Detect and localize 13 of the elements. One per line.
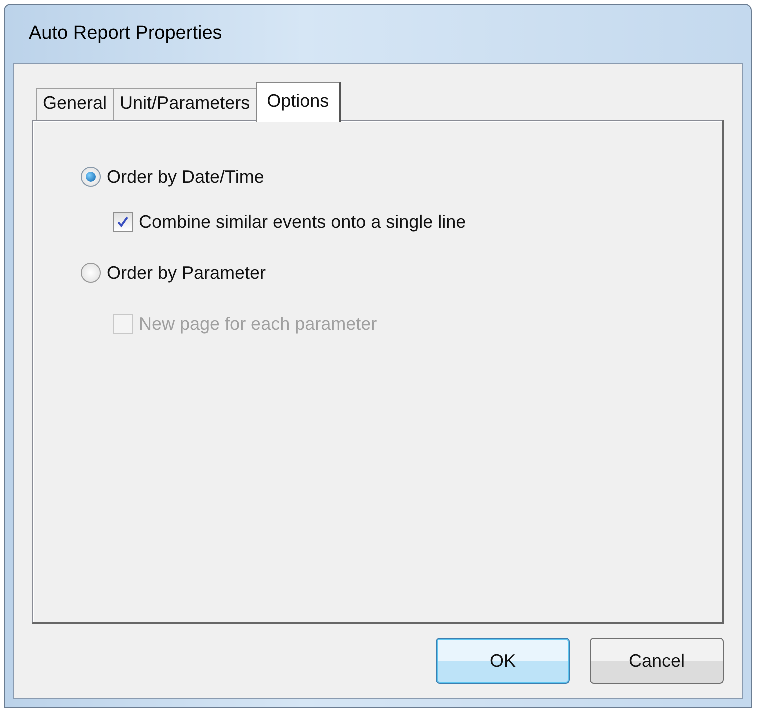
checkbox-label: New page for each parameter — [139, 314, 378, 334]
radio-label: Order by Parameter — [107, 262, 266, 284]
radio-button[interactable] — [81, 263, 101, 283]
tab[interactable]: Options — [256, 82, 342, 122]
cancel-button[interactable]: Cancel — [590, 638, 724, 684]
checkbox[interactable] — [113, 212, 133, 232]
checkmark-icon — [116, 215, 130, 229]
radio-button[interactable] — [81, 167, 101, 187]
checkbox-label: Combine similar events onto a single line — [139, 212, 466, 232]
ok-button[interactable]: OK — [436, 638, 570, 684]
window-title: Auto Report Properties — [28, 22, 224, 46]
tab[interactable]: General — [36, 88, 114, 120]
radio-label: Order by Date/Time — [107, 166, 264, 188]
